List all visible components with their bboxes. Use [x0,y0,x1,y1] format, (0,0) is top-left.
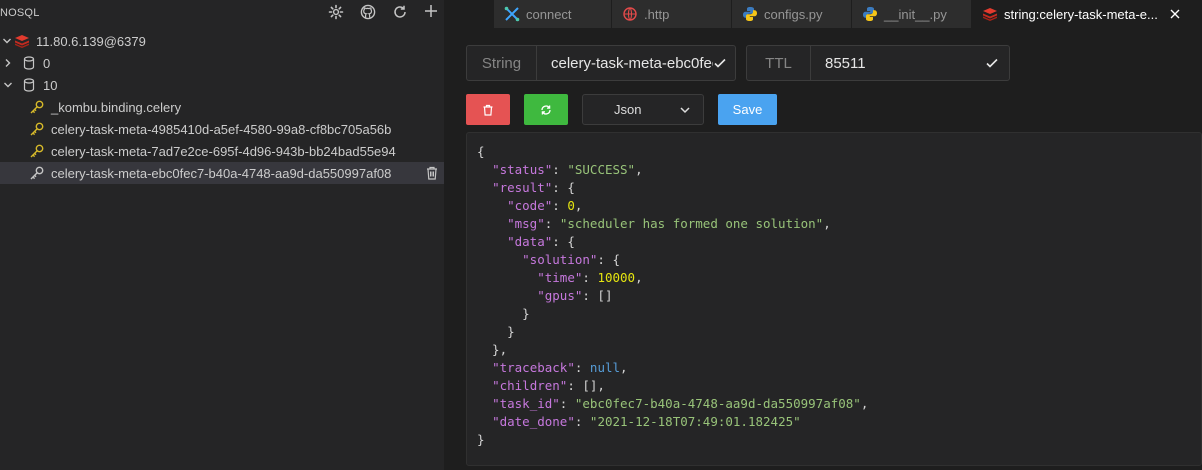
key-detail-panel: String celery-task-meta-ebc0fec7-b40a-47… [456,28,1202,470]
key-label: _kombu.binding.celery [51,99,182,115]
chevron-down-icon [679,104,691,119]
tree-connection[interactable]: 11.80.6.139@6379 [0,30,444,52]
code-line: "msg": "scheduler has formed one solutio… [507,216,831,231]
settings-gear-icon[interactable] [328,4,346,22]
code-line: "gpus": [] [537,288,613,303]
ttl-field: TTL 85511 [746,45,1010,81]
connect-icon [504,6,520,22]
save-button[interactable]: Save [718,94,777,125]
sidebar-actions [322,0,442,26]
key-label: celery-task-meta-4985410d-a5ef-4580-99a8… [51,121,392,137]
connection-tree: 11.80.6.139@6379 0 10 _kombu.binding.cel… [0,30,444,184]
format-select-value: Json [614,102,642,117]
code-line: "status": "SUCCESS", [492,162,643,177]
ttl-label: TTL [747,46,811,80]
sidebar: NOSQL 11.80.6.139@6379 0 10 _kombu.bindi… [0,0,444,470]
key-icon [29,165,45,181]
tab-label: .http [644,6,670,22]
database-icon [21,77,37,93]
code-line: "traceback": null, [492,360,628,375]
key-icon [29,143,45,159]
close-icon[interactable] [1168,7,1182,21]
globe-icon [622,6,638,22]
sidebar-title: NOSQL [0,7,40,19]
refresh-button[interactable] [524,94,568,125]
database-icon [21,55,37,71]
code-line: } [477,432,485,447]
tab-label: __init__.py [884,6,947,22]
key-icon [29,99,45,115]
tree-key-item[interactable]: celery-task-meta-7ad7e2ce-695f-4d96-943b… [0,140,444,162]
tab-label: configs.py [764,6,823,22]
redis-icon [14,33,30,49]
python-icon [862,6,878,22]
database-label: 0 [43,55,51,71]
code-line: "solution": { [522,252,620,267]
code-line: }, [477,342,508,357]
tree-key-item-selected[interactable]: celery-task-meta-ebc0fec7-b40a-4748-aa9d… [0,162,444,184]
connection-label: 11.80.6.139@6379 [36,33,146,49]
json-code: { "status": "SUCCESS", "result": { "code… [477,143,868,449]
key-icon [29,121,45,137]
refresh-icon[interactable] [392,4,410,22]
github-icon[interactable] [360,4,378,22]
tree-key-item[interactable]: celery-task-meta-4985410d-a5ef-4580-99a8… [0,118,444,140]
key-label: celery-task-meta-7ad7e2ce-695f-4d96-943b… [51,143,396,159]
python-icon [742,6,758,22]
tree-database-0[interactable]: 0 [0,52,444,74]
code-line: "date_done": "2021-12-18T07:49:01.182425… [492,414,801,429]
delete-button[interactable] [466,94,510,125]
add-connection-plus-icon[interactable] [423,3,441,21]
tab-http[interactable]: .http [612,0,732,28]
confirm-key-name-check-icon[interactable] [713,56,729,72]
key-name-value: celery-task-meta-ebc0fec7-b40a-4748-aa9d… [551,54,715,72]
code-line: "children": [], [492,378,605,393]
tab-label: string:celery-task-meta-e... [1004,6,1158,22]
code-line: "task_id": "ebc0fec7-b40a-4748-aa9d-da55… [492,396,869,411]
tab-string-key[interactable]: string:celery-task-meta-e... [972,0,1202,28]
code-line: "code": 0, [507,198,583,213]
chevron-down-icon[interactable] [1,80,15,90]
code-line: "data": { [507,234,575,249]
tree-database-10[interactable]: 10 [0,74,444,96]
ttl-value: 85511 [825,54,866,72]
tab-init-py[interactable]: __init__.py [852,0,972,28]
tab-configs-py[interactable]: configs.py [732,0,852,28]
refresh-icon [541,104,551,115]
key-type-label: String [467,46,537,80]
tab-connect[interactable]: connect [494,0,612,28]
key-name-input[interactable]: celery-task-meta-ebc0fec7-b40a-4748-aa9d… [537,46,715,80]
tab-label: connect [526,6,572,22]
trash-icon [483,104,493,116]
format-select[interactable]: Json [582,94,704,125]
tree-key-item[interactable]: _kombu.binding.celery [0,96,444,118]
code-line: } [477,324,515,339]
key-label: celery-task-meta-ebc0fec7-b40a-4748-aa9d… [51,165,392,181]
key-name-field: String celery-task-meta-ebc0fec7-b40a-47… [466,45,736,81]
database-label: 10 [43,77,58,93]
chevron-right-icon[interactable] [1,58,15,68]
chevron-down-icon[interactable] [0,36,14,46]
delete-key-trash-icon[interactable] [425,165,439,184]
code-line: "result": { [492,180,575,195]
editor-tab-bar: connect .http configs.py __init__.py str… [494,0,1202,28]
redis-icon [982,6,998,22]
value-editor[interactable]: { "status": "SUCCESS", "result": { "code… [466,132,1202,466]
code-line: } [477,306,530,321]
confirm-ttl-check-icon[interactable] [985,56,1001,72]
ttl-input[interactable]: 85511 [811,46,991,80]
code-line: { [477,144,485,159]
code-line: "time": 10000, [537,270,643,285]
